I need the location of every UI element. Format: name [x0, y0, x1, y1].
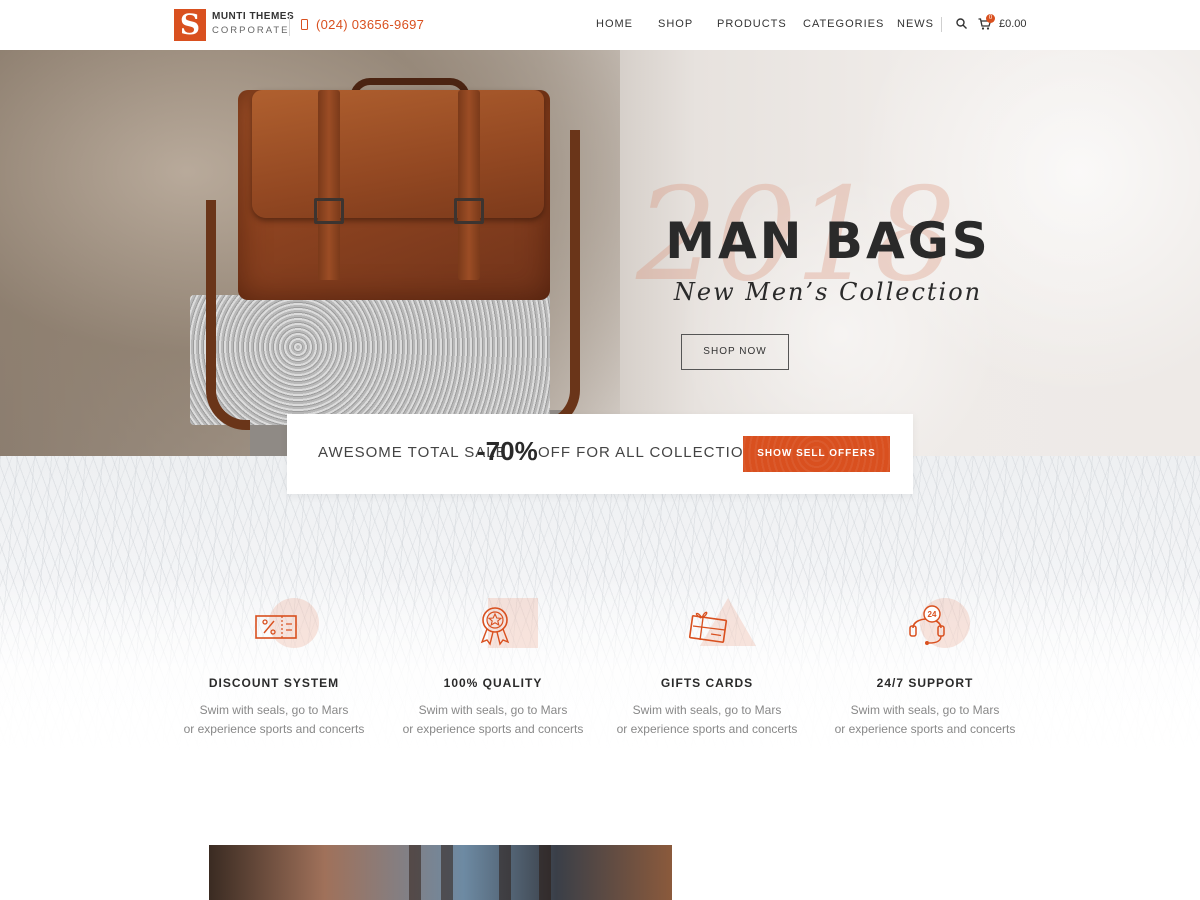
image-detail — [409, 845, 421, 900]
feature-icon-wrap — [458, 596, 538, 656]
feature-title: 24/7 SUPPORT — [876, 676, 974, 690]
feature-icon-wrap — [672, 596, 756, 656]
hero-subtitle: New Men’s Collection — [673, 278, 983, 306]
feature-gift-cards: GIFTS CARDS Swim with seals, go to Mars … — [607, 596, 807, 739]
phone-icon — [301, 19, 308, 30]
feature-description-line1: Swim with seals, go to Mars — [632, 703, 782, 717]
discount-ticket-icon — [255, 615, 297, 639]
feature-icon-wrap — [239, 596, 319, 656]
bags-showcase-image — [209, 845, 672, 900]
bag-belt-left — [318, 90, 340, 280]
bag-belt-right — [458, 90, 480, 280]
feature-support: 24 24/7 SUPPORT Swim with seals, go to M… — [825, 596, 1025, 739]
show-sell-offers-button[interactable]: SHOW SELL OFFERS — [743, 436, 890, 472]
feature-title: 100% QUALITY — [443, 676, 543, 690]
search-icon[interactable] — [956, 18, 967, 29]
bag-buckle-left — [314, 198, 344, 224]
logo-icon[interactable]: S — [174, 9, 206, 41]
quality-badge-icon — [480, 607, 510, 646]
feature-description-line2: or experience sports and concerts — [402, 722, 584, 736]
nav-item-products[interactable]: PRODUCTS — [717, 18, 787, 30]
cart-count-badge: 0 — [986, 14, 995, 23]
hero-banner: 2018 MAN BAGS New Men’s Collection SHOP … — [0, 50, 1200, 456]
bag-buckle-right — [454, 198, 484, 224]
image-detail — [539, 845, 551, 900]
support-hours-label: 24 — [928, 610, 937, 619]
cart-total[interactable]: £0.00 — [999, 18, 1027, 30]
nav-item-news[interactable]: NEWS — [897, 18, 934, 30]
gift-card-icon — [688, 611, 728, 643]
sale-text-after: OFF FOR ALL COLLECTION — [538, 444, 756, 461]
hero-title: MAN BAGS — [665, 212, 991, 270]
feature-icon-wrap: 24 — [890, 596, 970, 656]
shop-now-button[interactable]: SHOP NOW — [681, 334, 789, 370]
nav-item-shop[interactable]: SHOP — [658, 18, 693, 30]
brand-name-line2: CORPORATE — [212, 25, 290, 36]
image-detail — [499, 845, 511, 900]
feature-description-line1: Swim with seals, go to Mars — [850, 703, 1000, 717]
sale-banner: AWESOME TOTAL SALE -70% OFF FOR ALL COLL… — [287, 414, 913, 494]
feature-quality: 100% QUALITY Swim with seals, go to Mars… — [393, 596, 593, 739]
brand-name[interactable]: MUNTI THEMES CORPORATE — [212, 11, 294, 36]
feature-description: Swim with seals, go to Mars or experienc… — [174, 701, 374, 739]
header-divider — [289, 14, 290, 36]
feature-description: Swim with seals, go to Mars or experienc… — [393, 701, 593, 739]
nav-divider — [941, 17, 942, 32]
bag-flap — [252, 90, 544, 218]
site-header: S MUNTI THEMES CORPORATE (024) 03656-969… — [0, 0, 1200, 50]
nav-item-categories[interactable]: CATEGORIES — [803, 18, 884, 30]
feature-title: DISCOUNT SYSTEM — [208, 676, 340, 690]
feature-description-line2: or experience sports and concerts — [616, 722, 798, 736]
feature-description-line2: or experience sports and concerts — [183, 722, 365, 736]
phone-contact[interactable]: (024) 03656-9697 — [301, 17, 424, 32]
image-detail — [441, 845, 453, 900]
sale-percent: -70% — [477, 436, 538, 466]
feature-discount-system: DISCOUNT SYSTEM Swim with seals, go to M… — [174, 596, 374, 739]
feature-description-line2: or experience sports and concerts — [834, 722, 1016, 736]
brand-name-line1: MUNTI THEMES — [212, 11, 295, 22]
feature-description-line1: Swim with seals, go to Mars — [199, 703, 349, 717]
feature-title: GIFTS CARDS — [660, 676, 754, 690]
feature-description: Swim with seals, go to Mars or experienc… — [607, 701, 807, 739]
feature-description-line1: Swim with seals, go to Mars — [418, 703, 568, 717]
support-headset-icon: 24 — [909, 605, 945, 645]
phone-number: (024) 03656-9697 — [316, 17, 425, 32]
nav-item-home[interactable]: HOME — [596, 18, 633, 30]
feature-description: Swim with seals, go to Mars or experienc… — [825, 701, 1025, 739]
